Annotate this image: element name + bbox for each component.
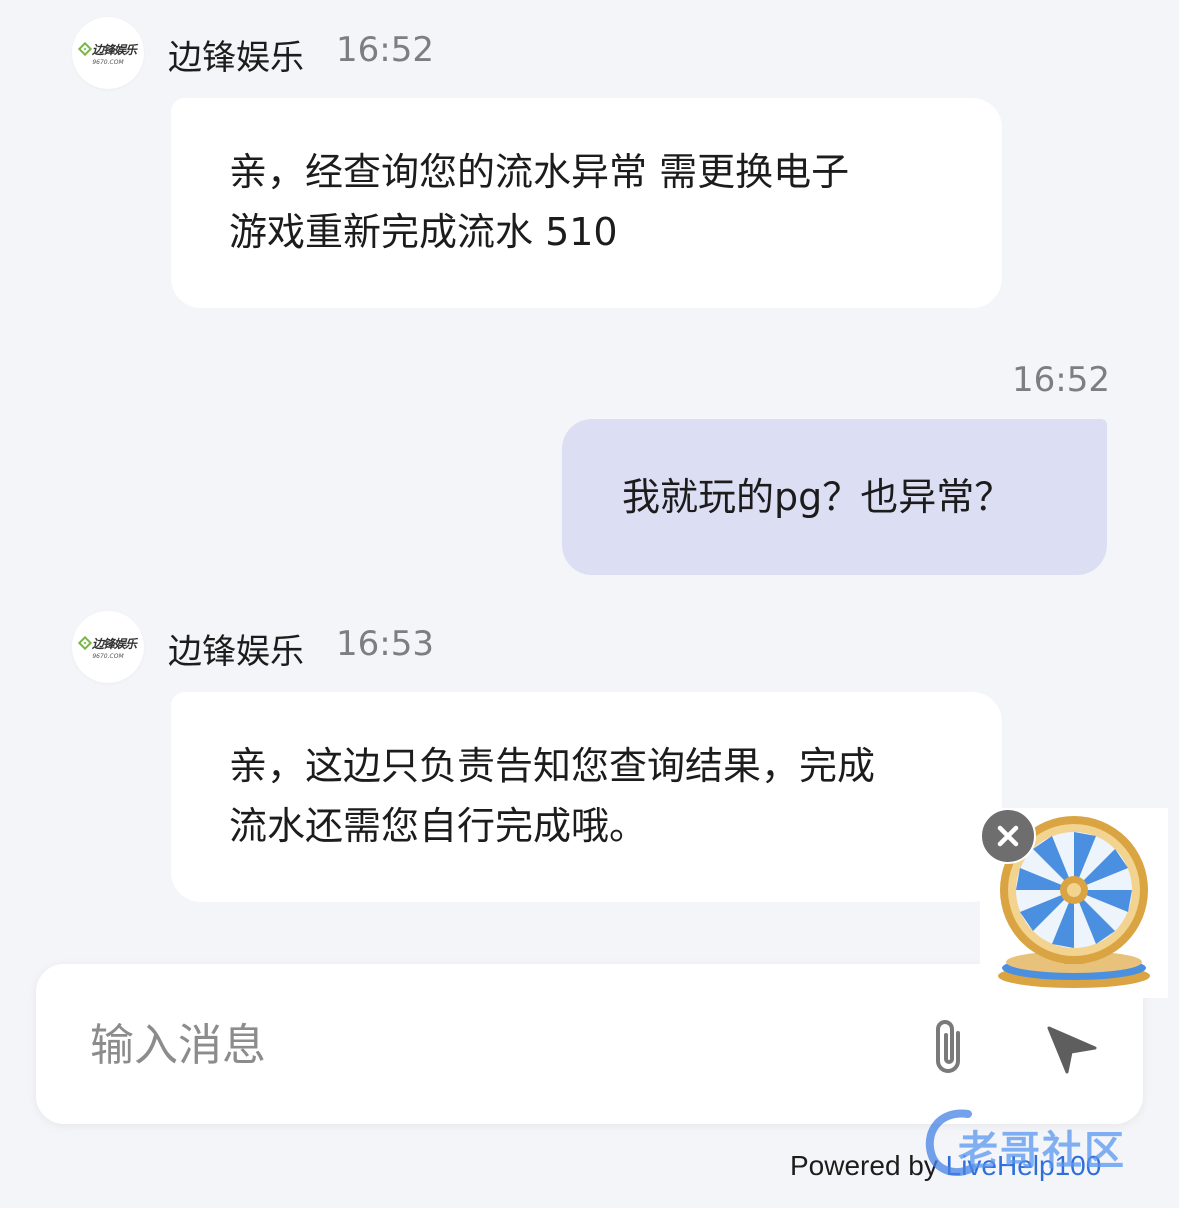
message-line: 亲，经查询您的流水异常 需更换电子 <box>229 150 850 194</box>
send-icon <box>1047 1026 1097 1074</box>
message-line: 亲，这边只负责告知您查询结果，完成 <box>229 744 876 788</box>
watermark-text: 老哥社区 <box>958 1128 1126 1174</box>
avatar-logo-sub: 9670.COM <box>92 652 124 660</box>
message-bubble: 亲，经查询您的流水异常 需更换电子 游戏重新完成流水 510 <box>171 98 1002 308</box>
avatar-logo-text: 边锋娱乐 <box>91 42 137 57</box>
watermark-logo: 老哥社区 <box>918 1104 1158 1184</box>
send-button[interactable] <box>1036 1016 1106 1078</box>
message-line: 我就玩的pg？也异常？ <box>622 475 1013 519</box>
sender-name: 边锋娱乐 <box>168 632 304 672</box>
message-bubble: 我就玩的pg？也异常？ <box>562 419 1107 575</box>
close-widget-button[interactable] <box>980 808 1036 864</box>
message-time: 16:52 <box>1012 360 1110 400</box>
logo-diamond-icon <box>77 41 93 57</box>
paperclip-icon <box>936 1020 960 1073</box>
close-icon <box>997 825 1019 847</box>
attach-button[interactable] <box>920 1012 976 1082</box>
message-time: 16:53 <box>336 624 434 664</box>
sender-name: 边锋娱乐 <box>168 38 304 78</box>
avatar-logo-text: 边锋娱乐 <box>91 636 137 651</box>
message-line: 游戏重新完成流水 510 <box>229 210 618 254</box>
logo-diamond-icon <box>77 635 93 651</box>
lucky-wheel-widget[interactable] <box>980 808 1168 998</box>
message-bubble: 亲，这边只负责告知您查询结果，完成 流水还需您自行完成哦。 <box>171 692 1002 902</box>
avatar-logo-sub: 9670.COM <box>92 58 124 66</box>
message-input[interactable] <box>88 1010 892 1080</box>
agent-avatar: 边锋娱乐 9670.COM <box>72 17 144 89</box>
message-line: 流水还需您自行完成哦。 <box>229 804 648 848</box>
message-composer <box>36 964 1143 1124</box>
message-time: 16:52 <box>336 30 434 70</box>
agent-avatar: 边锋娱乐 9670.COM <box>72 611 144 683</box>
